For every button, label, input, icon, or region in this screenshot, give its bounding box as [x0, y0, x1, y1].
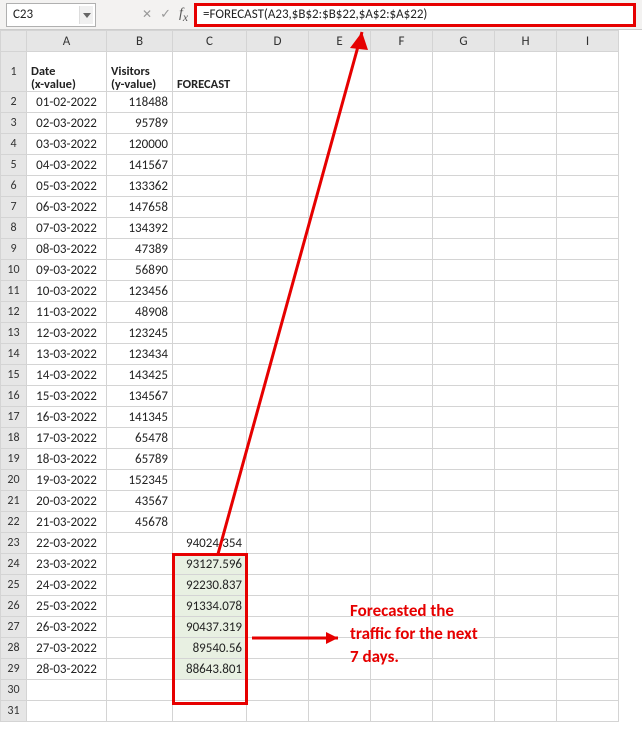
- name-box-value: C23: [13, 7, 33, 22]
- annotation-line2: traffic for the next: [350, 623, 478, 646]
- name-box[interactable]: C23: [6, 3, 96, 27]
- formula-enter-icon: [160, 7, 171, 22]
- fx-icon[interactable]: fx: [179, 6, 188, 24]
- annotation-text: Forecasted the traffic for the next 7 da…: [350, 600, 478, 669]
- annotation-line3: 7 days.: [350, 646, 478, 669]
- arrow-to-annotation: [0, 30, 642, 730]
- formula-cancel-icon: [142, 7, 152, 22]
- formula-text: =FORECAST(A23,$B$2:$B$22,$A$2:$A$22): [203, 7, 427, 22]
- annotation-line1: Forecasted the: [350, 600, 478, 623]
- formula-bar[interactable]: =FORECAST(A23,$B$2:$B$22,$A$2:$A$22): [194, 3, 636, 27]
- name-box-dropdown[interactable]: [79, 6, 93, 24]
